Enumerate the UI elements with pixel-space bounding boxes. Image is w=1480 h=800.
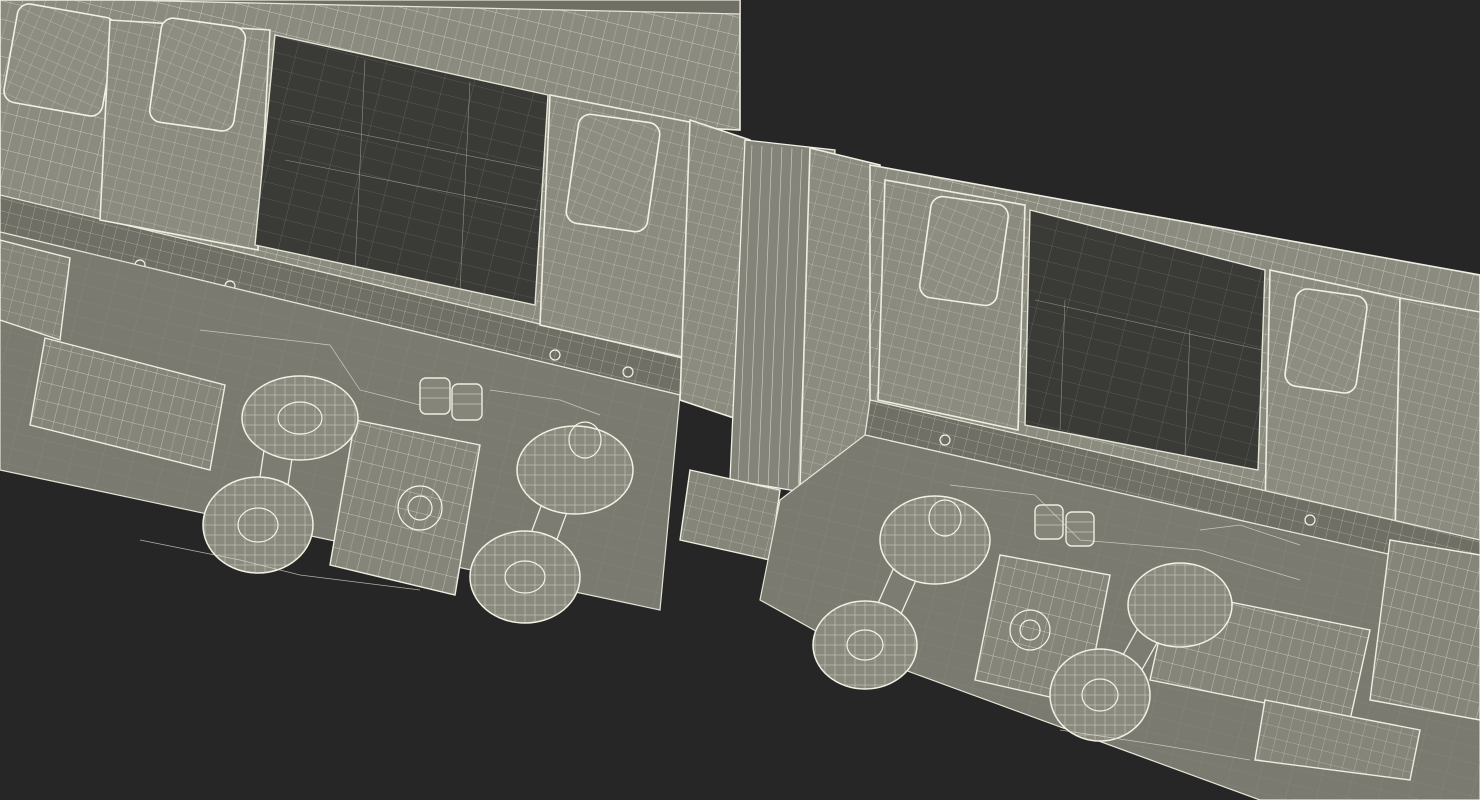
- wireframe-train-render: [0, 0, 1480, 800]
- left-rail-car: [0, 0, 741, 624]
